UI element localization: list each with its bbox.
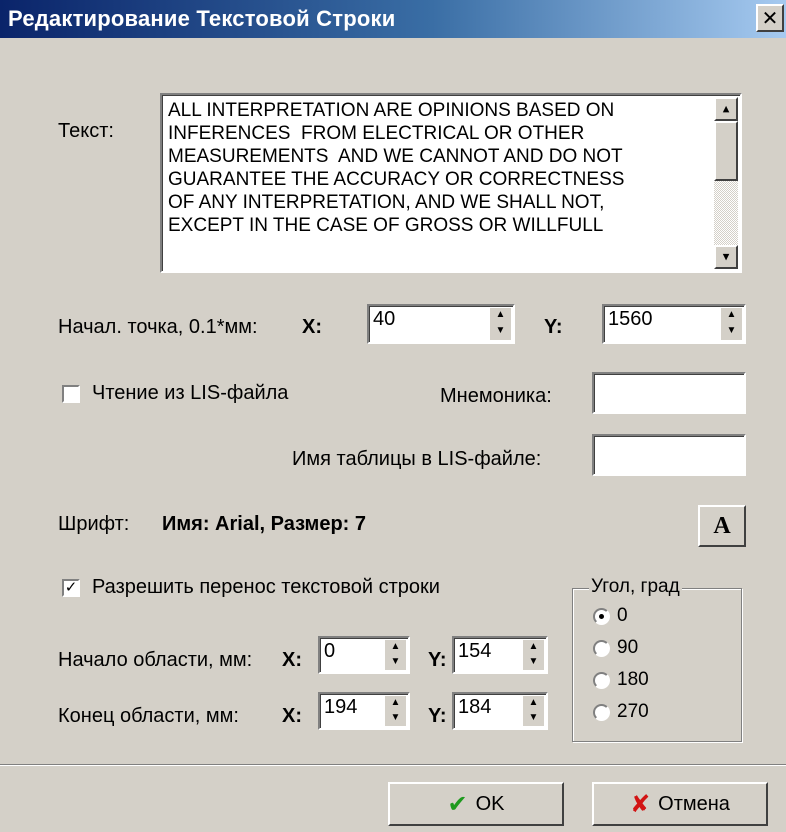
- area-start-y-spin[interactable]: 154 ▲ ▼: [452, 636, 548, 674]
- spin-up-icon[interactable]: ▲: [385, 640, 406, 655]
- footer-separator: [0, 764, 786, 766]
- radio-icon[interactable]: [593, 640, 610, 657]
- area-start-y-spinner[interactable]: ▲ ▼: [522, 640, 544, 670]
- lis-checkbox-label[interactable]: Чтение из LIS-файла: [92, 382, 288, 405]
- font-select-button[interactable]: A: [698, 505, 746, 547]
- area-end-y-spinner[interactable]: ▲ ▼: [522, 696, 544, 726]
- text-memo[interactable]: ALL INTERPRETATION ARE OPINIONS BASED ON…: [160, 93, 742, 273]
- memo-scrollbar[interactable]: ▲ ▼: [714, 97, 738, 269]
- arrow-down-icon: ▼: [722, 250, 730, 263]
- font-icon: A: [713, 513, 731, 539]
- checkmark-icon: ✓: [64, 579, 78, 596]
- spin-down-icon[interactable]: ▼: [490, 324, 511, 340]
- angle-group: Угол, град 0 90 180 270: [572, 576, 742, 742]
- scroll-down-button[interactable]: ▼: [714, 245, 738, 269]
- area-end-y-value[interactable]: 184: [458, 696, 491, 719]
- ok-button-label: OK: [475, 793, 505, 815]
- window-title: Редактирование Текстовой Строки: [8, 6, 396, 31]
- lis-table-label: Имя таблицы в LIS-файле:: [292, 448, 542, 470]
- wrap-checkbox-label[interactable]: Разрешить перенос текстовой строки: [92, 576, 440, 599]
- text-label: Текст:: [58, 120, 114, 142]
- cross-icon: ✘: [630, 791, 651, 818]
- area-end-x-label: X:: [282, 705, 302, 727]
- mnemonic-input[interactable]: [592, 372, 746, 414]
- start-x-label: X:: [302, 316, 322, 338]
- area-end-x-value[interactable]: 194: [324, 696, 357, 719]
- arrow-up-icon: ▲: [722, 102, 730, 115]
- text-memo-content[interactable]: ALL INTERPRETATION ARE OPINIONS BASED ON…: [168, 99, 708, 267]
- area-end-y-label: Y:: [428, 705, 447, 727]
- angle-option-label[interactable]: 0: [617, 605, 628, 627]
- mnemonic-label: Мнемоника:: [440, 385, 552, 407]
- start-y-value[interactable]: 1560: [608, 308, 653, 331]
- spin-up-icon[interactable]: ▲: [523, 696, 544, 711]
- lis-table-input[interactable]: [592, 434, 746, 476]
- ok-button[interactable]: ✔ OK: [388, 782, 564, 826]
- angle-group-title: Угол, град: [589, 576, 682, 598]
- spin-down-icon[interactable]: ▼: [385, 711, 406, 726]
- wrap-checkbox[interactable]: ✓: [62, 579, 80, 597]
- spin-down-icon[interactable]: ▼: [385, 655, 406, 670]
- dialog-window: Редактирование Текстовой Строки ✕ Текст:…: [0, 0, 786, 832]
- start-y-label: Y:: [544, 316, 563, 338]
- close-icon: ✕: [761, 8, 779, 30]
- scroll-up-button[interactable]: ▲: [714, 97, 738, 121]
- start-y-spin[interactable]: 1560 ▲ ▼: [602, 304, 746, 344]
- area-end-label: Конец области, мм:: [58, 705, 239, 727]
- area-start-y-label: Y:: [428, 649, 447, 671]
- area-end-x-spin[interactable]: 194 ▲ ▼: [318, 692, 410, 730]
- area-start-label: Начало области, мм:: [58, 649, 253, 671]
- area-end-x-spinner[interactable]: ▲ ▼: [384, 696, 406, 726]
- font-description: Имя: Arial, Размер: 7: [162, 513, 366, 535]
- cancel-button[interactable]: ✘ Отмена: [592, 782, 768, 826]
- font-label: Шрифт:: [58, 513, 130, 535]
- radio-selected-icon[interactable]: [593, 608, 610, 625]
- scroll-thumb[interactable]: [714, 121, 738, 181]
- spin-down-icon[interactable]: ▼: [523, 655, 544, 670]
- spin-down-icon[interactable]: ▼: [721, 324, 742, 340]
- angle-option-label[interactable]: 180: [617, 669, 649, 691]
- title-bar[interactable]: Редактирование Текстовой Строки ✕: [0, 0, 786, 38]
- area-start-y-value[interactable]: 154: [458, 640, 491, 663]
- area-start-x-spinner[interactable]: ▲ ▼: [384, 640, 406, 670]
- start-x-spinner[interactable]: ▲ ▼: [489, 308, 511, 340]
- area-start-x-label: X:: [282, 649, 302, 671]
- start-point-label: Начал. точка, 0.1*мм:: [58, 316, 258, 338]
- lis-checkbox[interactable]: [62, 385, 80, 403]
- start-x-spin[interactable]: 40 ▲ ▼: [367, 304, 515, 344]
- start-y-spinner[interactable]: ▲ ▼: [720, 308, 742, 340]
- radio-icon[interactable]: [593, 672, 610, 689]
- area-start-x-spin[interactable]: 0 ▲ ▼: [318, 636, 410, 674]
- start-x-value[interactable]: 40: [373, 308, 395, 331]
- close-button[interactable]: ✕: [756, 4, 784, 32]
- radio-icon[interactable]: [593, 704, 610, 721]
- area-start-x-value[interactable]: 0: [324, 640, 335, 663]
- spin-down-icon[interactable]: ▼: [523, 711, 544, 726]
- spin-up-icon[interactable]: ▲: [490, 308, 511, 324]
- spin-up-icon[interactable]: ▲: [523, 640, 544, 655]
- angle-option-label[interactable]: 270: [617, 701, 649, 723]
- cancel-button-label: Отмена: [658, 793, 730, 815]
- area-end-y-spin[interactable]: 184 ▲ ▼: [452, 692, 548, 730]
- spin-up-icon[interactable]: ▲: [385, 696, 406, 711]
- angle-option-label[interactable]: 90: [617, 637, 638, 659]
- checkmark-icon: ✔: [447, 791, 468, 818]
- spin-up-icon[interactable]: ▲: [721, 308, 742, 324]
